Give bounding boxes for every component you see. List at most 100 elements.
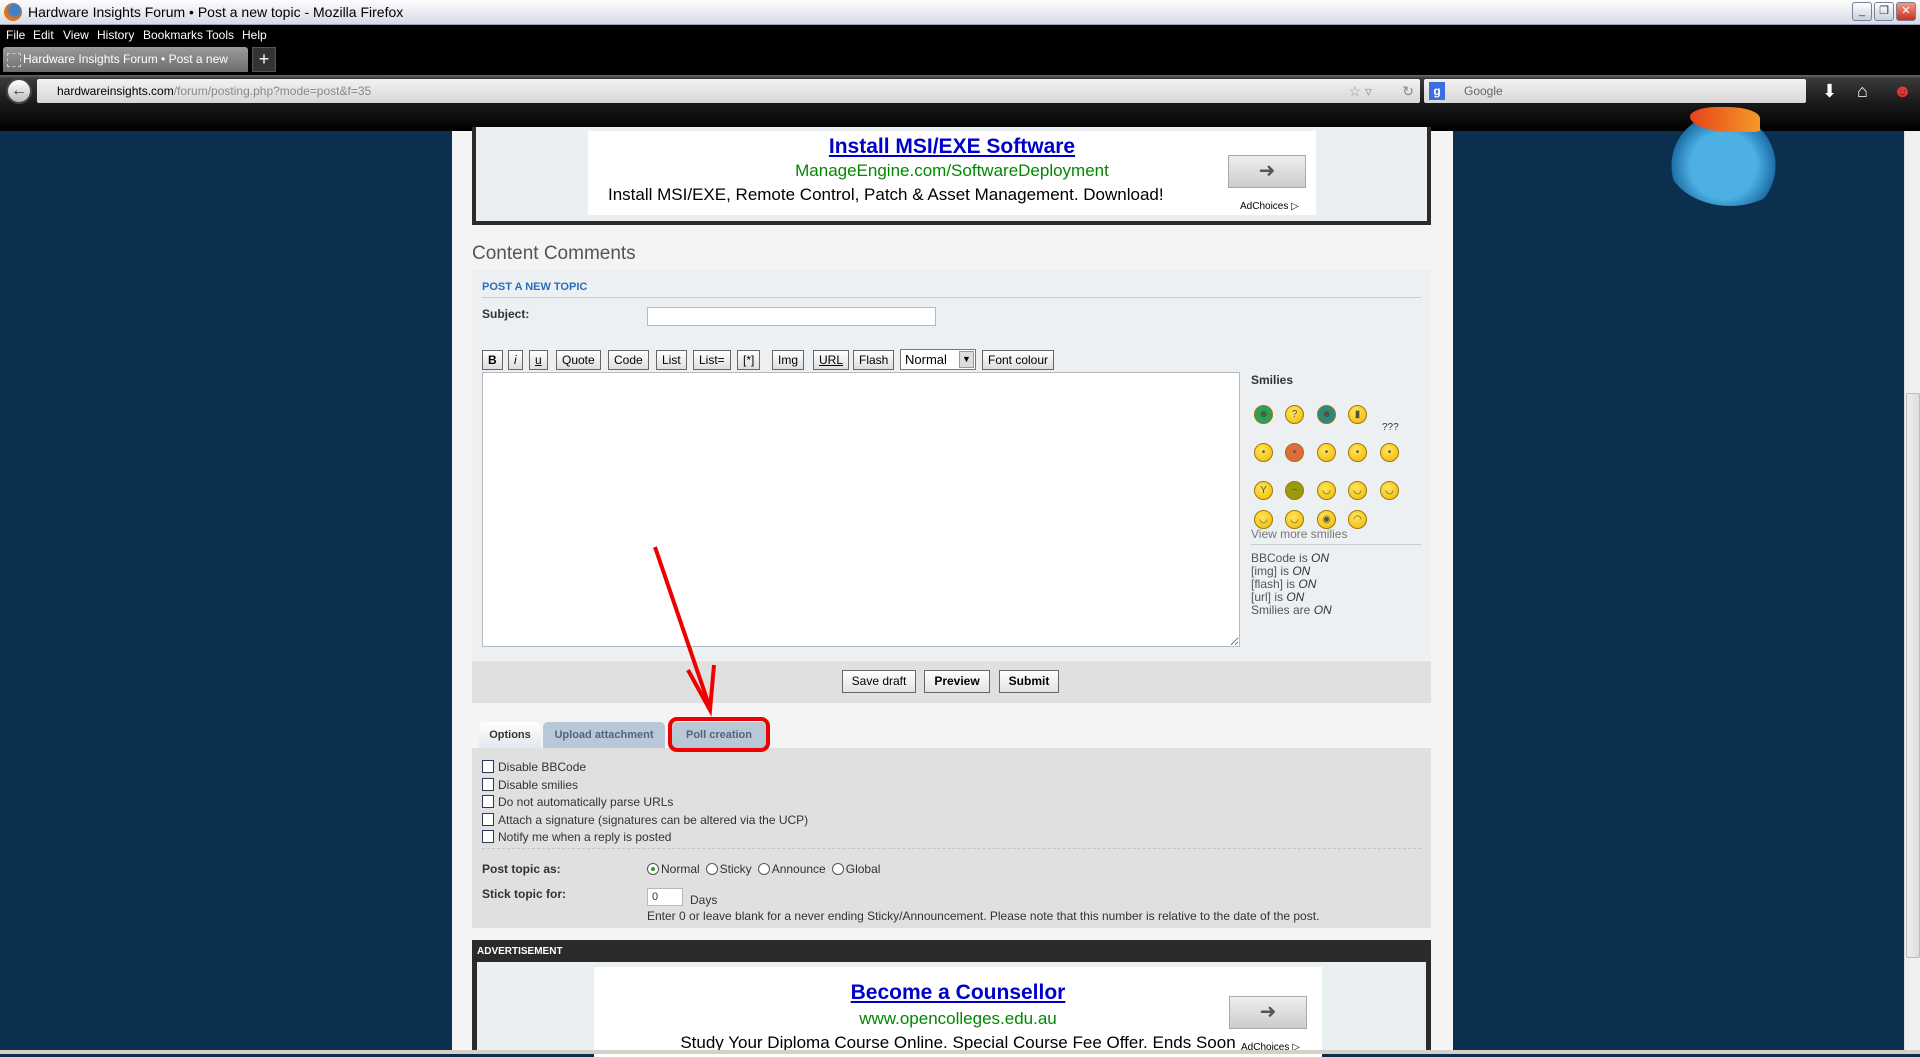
- ad-url[interactable]: www.opencolleges.edu.au: [594, 1009, 1322, 1029]
- ad-title[interactable]: Install MSI/EXE Software: [588, 135, 1316, 159]
- radio-normal[interactable]: Normal: [647, 862, 700, 876]
- list-button[interactable]: List: [656, 350, 687, 370]
- ad-title[interactable]: Become a Counsellor: [594, 981, 1322, 1005]
- smiley-confused-icon[interactable]: •: [1254, 443, 1273, 462]
- code-button[interactable]: Code: [608, 350, 649, 370]
- smiley-sick-icon[interactable]: ☻: [1317, 405, 1336, 424]
- view-more-smilies-link[interactable]: View more smilies: [1251, 527, 1347, 541]
- smiley-smile-closed-icon[interactable]: ◡: [1317, 481, 1336, 500]
- search-box[interactable]: g Google: [1424, 79, 1806, 103]
- message-textarea[interactable]: [482, 372, 1240, 647]
- list-item-button[interactable]: [*]: [737, 350, 761, 370]
- option-checkbox[interactable]: Attach a signature (signatures can be al…: [482, 812, 808, 827]
- ad-arrow-button[interactable]: ➜: [1229, 996, 1307, 1029]
- download-icon[interactable]: ⬇: [1822, 81, 1837, 102]
- maximize-button[interactable]: ❐: [1874, 2, 1894, 21]
- smiley-cheer-icon[interactable]: Y: [1254, 481, 1273, 500]
- adchoices-link[interactable]: AdChoices ▷: [1240, 201, 1299, 212]
- page-heading: Content Comments: [472, 243, 636, 264]
- radio-global[interactable]: Global: [831, 862, 880, 876]
- minimize-button[interactable]: _: [1852, 2, 1872, 21]
- subject-input[interactable]: [647, 307, 936, 326]
- underline-button[interactable]: u: [529, 350, 548, 370]
- menu-bookmarks[interactable]: Bookmarks: [143, 28, 203, 42]
- smiley-question-icon[interactable]: •: [1380, 443, 1399, 462]
- menu-history[interactable]: History: [97, 28, 134, 42]
- smiley-smile-icon[interactable]: ◡: [1380, 481, 1399, 500]
- radio-button[interactable]: [831, 863, 844, 875]
- url-button[interactable]: URL: [813, 350, 850, 370]
- menu-edit[interactable]: Edit: [33, 28, 54, 42]
- checkbox[interactable]: [482, 830, 494, 843]
- radio-button[interactable]: [647, 863, 659, 875]
- option-checkbox[interactable]: Notify me when a reply is posted: [482, 830, 671, 844]
- smiley-drunk-icon[interactable]: ~: [1285, 481, 1304, 500]
- font-size-value: Normal: [905, 352, 947, 367]
- ad-box[interactable]: Become a Counsellor www.opencolleges.edu…: [594, 967, 1322, 1057]
- menu-file[interactable]: File: [6, 28, 25, 42]
- stick-note: Enter 0 or leave blank for a never endin…: [647, 909, 1320, 923]
- checkbox[interactable]: [482, 795, 494, 808]
- status-label: BBCode is: [1251, 551, 1312, 565]
- option-checkbox[interactable]: Do not automatically parse URLs: [482, 795, 673, 809]
- save-draft-button[interactable]: Save draft: [842, 670, 916, 693]
- address-bar[interactable]: hardwareinsights.com/forum/posting.php?m…: [37, 79, 1420, 103]
- ordered-list-button[interactable]: List=: [693, 350, 731, 370]
- close-button[interactable]: ✕: [1896, 2, 1916, 21]
- smiley-wink-think-icon[interactable]: ◡: [1348, 481, 1367, 500]
- checkbox-label: Notify me when a reply is posted: [498, 830, 672, 844]
- window-title: Hardware Insights Forum • Post a new top…: [28, 4, 404, 20]
- preview-button[interactable]: Preview: [924, 670, 990, 693]
- radio-button[interactable]: [757, 863, 770, 875]
- scrollbar-thumb[interactable]: [1906, 393, 1920, 958]
- smiley-very-happy-icon[interactable]: ☻: [1254, 405, 1273, 424]
- ad-url[interactable]: ManageEngine.com/SoftwareDeployment: [588, 161, 1316, 181]
- back-button[interactable]: ←: [6, 78, 32, 104]
- tab-options[interactable]: Options: [479, 722, 541, 749]
- tab-upload-attachment[interactable]: Upload attachment: [543, 722, 665, 749]
- new-tab-button[interactable]: +: [252, 47, 276, 72]
- smiley-rolleyes-icon[interactable]: •: [1348, 443, 1367, 462]
- italic-button[interactable]: i: [508, 350, 523, 370]
- menu-view[interactable]: View: [63, 28, 89, 42]
- bookmark-star-icon[interactable]: ☆ ▿: [1349, 79, 1372, 103]
- submit-row: Save draft Preview Submit: [472, 661, 1431, 703]
- checkbox[interactable]: [482, 812, 494, 826]
- checkbox[interactable]: [482, 760, 494, 773]
- radio-sticky[interactable]: Sticky: [705, 862, 752, 876]
- bold-button[interactable]: B: [482, 350, 503, 370]
- smiley-help-icon[interactable]: ?: [1285, 405, 1304, 424]
- font-size-select[interactable]: Normal ▼: [900, 349, 976, 370]
- ad-box[interactable]: Install MSI/EXE Software ManageEngine.co…: [588, 131, 1316, 215]
- option-checkbox[interactable]: Disable smilies: [482, 777, 578, 792]
- menu-tools[interactable]: Tools: [206, 28, 234, 42]
- radio-label: Sticky: [719, 862, 752, 876]
- navigation-bar: ← hardwareinsights.com/forum/posting.php…: [0, 75, 1920, 206]
- smiley-wall-icon[interactable]: ▮: [1348, 405, 1367, 424]
- menu-bar: File Edit View History Bookmarks Tools H…: [0, 25, 1920, 45]
- submit-button[interactable]: Submit: [999, 670, 1059, 693]
- option-checkbox[interactable]: Disable BBCode: [482, 760, 586, 774]
- radio-announce[interactable]: Announce: [757, 862, 826, 876]
- addon-icon[interactable]: ☻: [1893, 81, 1912, 102]
- radio-label: Normal: [661, 862, 700, 876]
- menu-help[interactable]: Help: [242, 28, 267, 42]
- radio-button[interactable]: [705, 863, 718, 875]
- smiley-blush-icon[interactable]: •: [1317, 443, 1336, 462]
- quote-button[interactable]: Quote: [556, 350, 601, 370]
- stick-topic-label: Stick topic for:: [482, 887, 567, 901]
- img-button[interactable]: Img: [772, 350, 805, 370]
- ad-arrow-button[interactable]: ➜: [1228, 155, 1306, 188]
- flash-button[interactable]: Flash: [853, 350, 895, 370]
- google-icon[interactable]: g: [1429, 82, 1445, 100]
- smiley-mad-icon[interactable]: •: [1285, 443, 1304, 462]
- scrollbar[interactable]: [1904, 131, 1920, 1054]
- home-icon[interactable]: ⌂: [1857, 81, 1868, 102]
- checkbox[interactable]: [482, 777, 494, 791]
- stick-days-input[interactable]: 0: [647, 888, 683, 906]
- font-colour-button[interactable]: Font colour: [982, 350, 1055, 370]
- smiley-sad-icon[interactable]: ◠: [1348, 510, 1367, 529]
- browser-tab[interactable]: Hardware Insights Forum • Post a new top…: [3, 47, 248, 91]
- bottom-ad: ADVERTISEMENT Become a Counsellor www.op…: [472, 940, 1431, 1057]
- reload-icon[interactable]: ↻: [1402, 79, 1414, 103]
